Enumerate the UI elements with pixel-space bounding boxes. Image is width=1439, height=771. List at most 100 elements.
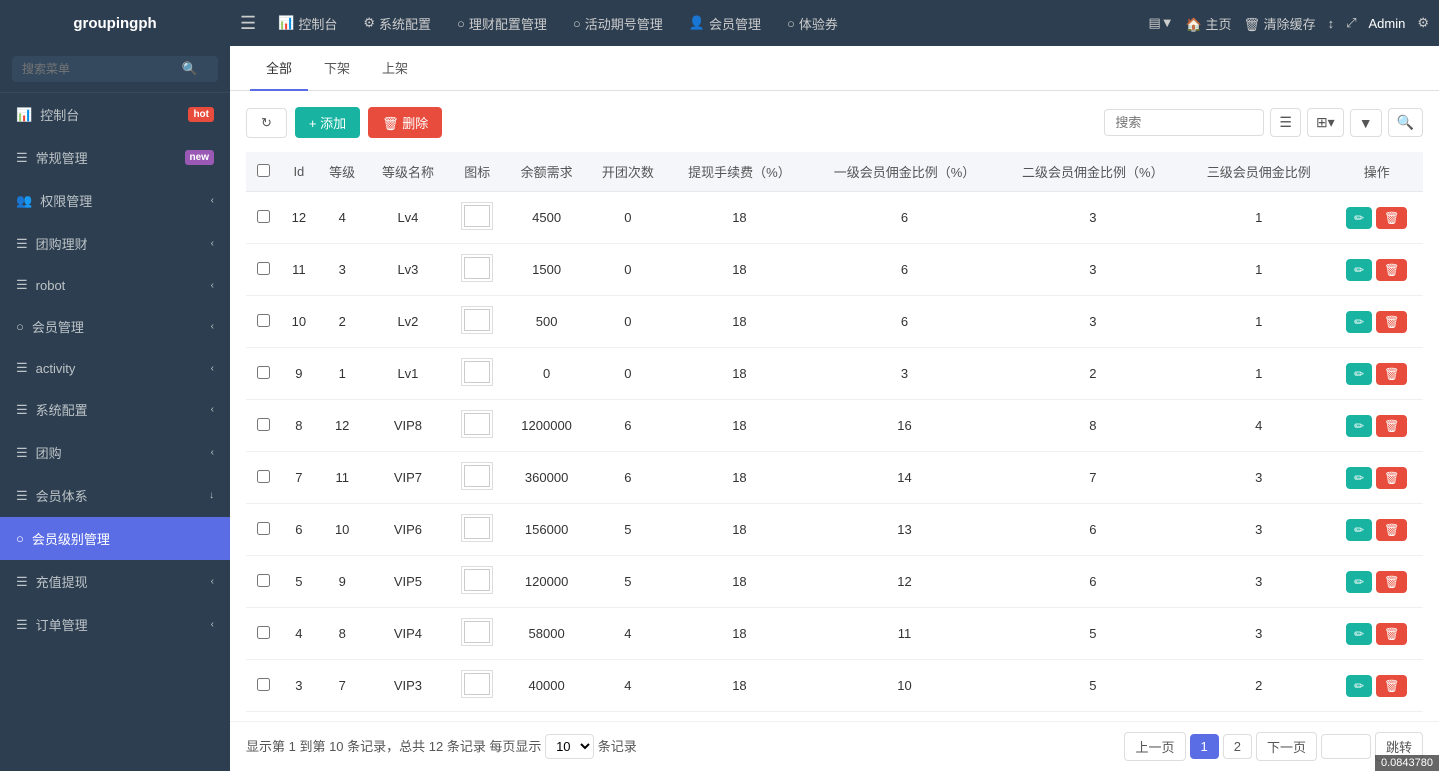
level-icon-image xyxy=(461,670,493,698)
clear-cache-link[interactable]: 🗑 清除缓存 xyxy=(1243,14,1315,33)
home-link[interactable]: 🏠 主页 xyxy=(1186,14,1232,33)
cell-lvl3: 1 xyxy=(1187,348,1330,400)
search-input[interactable] xyxy=(1104,109,1264,136)
sidebar-item-dashboard[interactable]: 📊 控制台 hot xyxy=(0,93,230,136)
search-button[interactable]: 🔍 xyxy=(1388,108,1423,137)
edit-button[interactable]: ✏ xyxy=(1346,571,1372,593)
sidebar-item-label: 常规管理 xyxy=(36,148,88,167)
sidebar-item-syscfg[interactable]: ☰ 系统配置 ‹ xyxy=(0,388,230,431)
prev-page-button[interactable]: 上一页 xyxy=(1124,732,1185,761)
edit-button[interactable]: ✏ xyxy=(1346,207,1372,229)
row-checkbox[interactable] xyxy=(257,522,270,535)
tab-off-shelf[interactable]: 下架 xyxy=(308,46,366,91)
delete-row-button[interactable]: 🗑 xyxy=(1376,467,1407,489)
delete-row-button[interactable]: 🗑 xyxy=(1376,363,1407,385)
row-checkbox[interactable] xyxy=(257,626,270,639)
sidebar-item-recharge[interactable]: ☰ 充值提现 ‹ xyxy=(0,560,230,603)
row-checkbox[interactable] xyxy=(257,314,270,327)
edit-button[interactable]: ✏ xyxy=(1346,623,1372,645)
delete-row-button[interactable]: 🗑 xyxy=(1376,675,1407,697)
nav-member[interactable]: 👤 会员管理 xyxy=(677,0,773,46)
nav-icon2[interactable]: ⤢ xyxy=(1346,15,1356,31)
cell-open-count: 6 xyxy=(587,400,668,452)
nav-sysconfig[interactable]: ⚙ 系统配置 xyxy=(351,0,443,46)
edit-button[interactable]: ✏ xyxy=(1346,675,1372,697)
nav-coupon[interactable]: ○ 体验券 xyxy=(775,0,850,46)
settings-icon[interactable]: ⚙ xyxy=(1417,15,1429,31)
sidebar-item-group-finance[interactable]: ☰ 团购理财 ‹ xyxy=(0,222,230,265)
row-checkbox[interactable] xyxy=(257,366,270,379)
tab-all[interactable]: 全部 xyxy=(250,46,308,91)
sidebar-item-member-system[interactable]: ☰ 会员体系 ↓ xyxy=(0,474,230,517)
filter-button[interactable]: ▼ xyxy=(1350,109,1382,137)
cell-level-name: VIP3 xyxy=(367,660,448,712)
edit-button[interactable]: ✏ xyxy=(1346,363,1372,385)
sidebar-item-orders[interactable]: ☰ 订单管理 ‹ xyxy=(0,603,230,646)
recharge-icon: ☰ xyxy=(16,574,28,590)
delete-button[interactable]: 🗑 删除 xyxy=(368,107,442,138)
hamburger-icon[interactable]: ☰ xyxy=(240,13,256,34)
next-page-button[interactable]: 下一页 xyxy=(1256,732,1317,761)
cell-balance-req: 120000 xyxy=(506,556,587,608)
add-button[interactable]: + 添加 xyxy=(295,107,360,138)
activity-sidebar-icon: ☰ xyxy=(16,360,28,376)
search-icon: 🔍 xyxy=(182,61,198,77)
edit-button[interactable]: ✏ xyxy=(1346,259,1372,281)
delete-row-button[interactable]: 🗑 xyxy=(1376,571,1407,593)
sidebar-item-label: 权限管理 xyxy=(40,191,92,210)
delete-row-button[interactable]: 🗑 xyxy=(1376,415,1407,437)
sidebar-item-member-level-mgmt[interactable]: ○ 会员级别管理 xyxy=(0,517,230,560)
row-checkbox[interactable] xyxy=(257,574,270,587)
cell-level-name: VIP7 xyxy=(367,452,448,504)
cell-lvl3: 4 xyxy=(1187,400,1330,452)
row-checkbox[interactable] xyxy=(257,262,270,275)
edit-button[interactable]: ✏ xyxy=(1346,415,1372,437)
nav-dashboard[interactable]: 📊 控制台 xyxy=(266,0,349,46)
select-all-checkbox[interactable] xyxy=(257,164,270,177)
nav-icon1[interactable]: ↕ xyxy=(1328,16,1335,31)
sidebar-item-robot[interactable]: ☰ robot ‹ xyxy=(0,265,230,305)
cell-lvl2: 3 xyxy=(999,244,1187,296)
col-id: Id xyxy=(281,152,317,192)
sidebar-item-general[interactable]: ☰ 常规管理 new xyxy=(0,136,230,179)
grid-view-button[interactable]: ⊞▾ xyxy=(1307,108,1344,137)
nav-activity[interactable]: ○ 活动期号管理 xyxy=(561,0,675,46)
per-page-select[interactable]: 10 20 50 xyxy=(545,734,594,759)
nav-finance[interactable]: ○ 理财配置管理 xyxy=(445,0,559,46)
cell-withdraw-fee: 18 xyxy=(669,348,811,400)
admin-label[interactable]: Admin xyxy=(1368,16,1405,31)
col-actions: 操作 xyxy=(1330,152,1423,192)
cell-level: 3 xyxy=(317,244,367,296)
sidebar-item-group[interactable]: ☰ 团购 ‹ xyxy=(0,431,230,474)
sidebar-item-permissions[interactable]: 👥 权限管理 ‹ xyxy=(0,179,230,222)
row-checkbox[interactable] xyxy=(257,678,270,691)
delete-row-button[interactable]: 🗑 xyxy=(1376,259,1407,281)
row-checkbox[interactable] xyxy=(257,470,270,483)
delete-row-button[interactable]: 🗑 xyxy=(1376,207,1407,229)
cell-icon xyxy=(449,660,506,712)
filter-tabs: 全部 下架 上架 xyxy=(230,46,1439,91)
page-1-button[interactable]: 1 xyxy=(1190,734,1219,759)
sidebar-item-members[interactable]: ○ 会员管理 ‹ xyxy=(0,305,230,348)
cell-lvl1: 11 xyxy=(810,608,998,660)
level-icon-image xyxy=(461,462,493,490)
tab-on-shelf[interactable]: 上架 xyxy=(366,46,424,91)
cell-level-name: VIP6 xyxy=(367,504,448,556)
grid-menu-icon[interactable]: ▤▼ xyxy=(1148,15,1173,31)
row-checkbox[interactable] xyxy=(257,210,270,223)
edit-button[interactable]: ✏ xyxy=(1346,519,1372,541)
sidebar-item-activity[interactable]: ☰ activity ‹ xyxy=(0,348,230,388)
row-checkbox[interactable] xyxy=(257,418,270,431)
refresh-icon: ↻ xyxy=(261,115,272,131)
page-2-button[interactable]: 2 xyxy=(1223,734,1252,759)
cell-level: 9 xyxy=(317,556,367,608)
delete-row-button[interactable]: 🗑 xyxy=(1376,623,1407,645)
page-jump-input[interactable] xyxy=(1321,734,1371,759)
list-view-button[interactable]: ☰ xyxy=(1270,108,1301,137)
edit-button[interactable]: ✏ xyxy=(1346,467,1372,489)
delete-row-button[interactable]: 🗑 xyxy=(1376,311,1407,333)
col-lvl1: 一级会员佣金比例（%） xyxy=(810,152,998,192)
delete-row-button[interactable]: 🗑 xyxy=(1376,519,1407,541)
refresh-button[interactable]: ↻ xyxy=(246,108,287,138)
edit-button[interactable]: ✏ xyxy=(1346,311,1372,333)
